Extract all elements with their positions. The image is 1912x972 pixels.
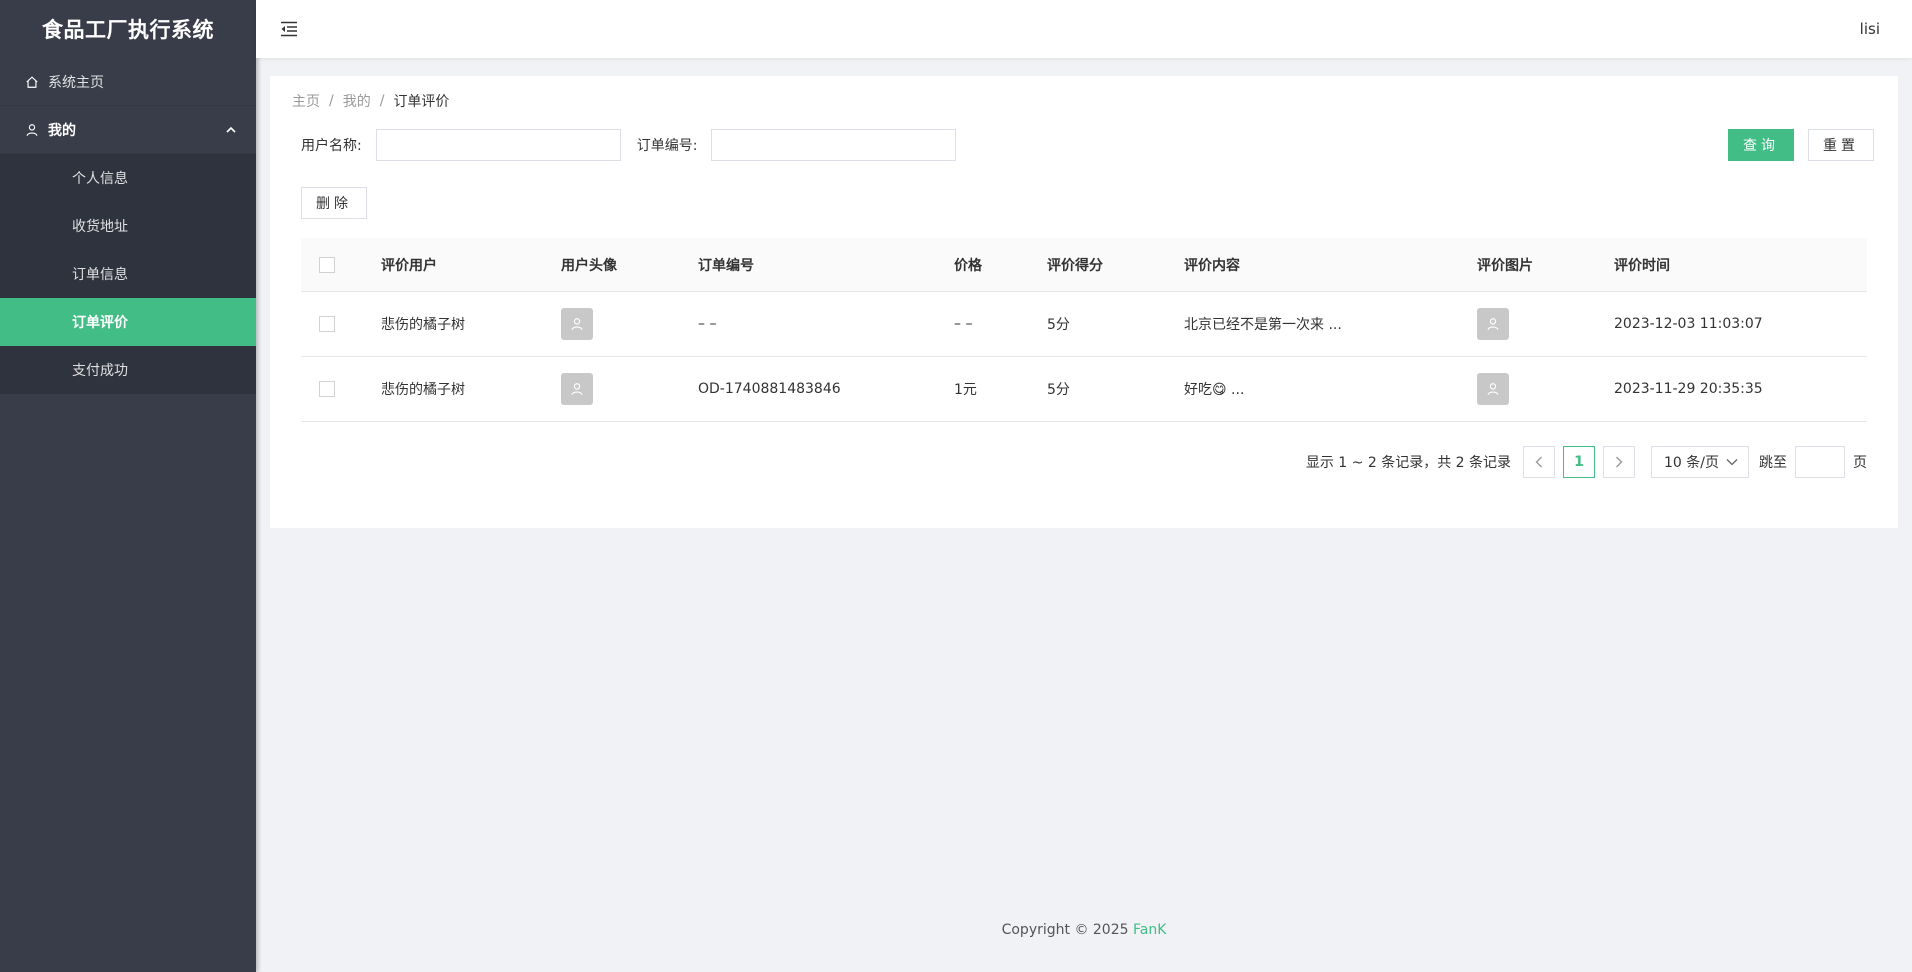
sidebar-item-label: 系统主页	[48, 74, 104, 91]
sidebar-item-address[interactable]: 收货地址	[0, 202, 256, 250]
sidebar-item-payment-success[interactable]: 支付成功	[0, 346, 256, 394]
pagination-total: 显示 1 ~ 2 条记录，共 2 条记录	[1305, 455, 1511, 471]
prev-page-button[interactable]	[1523, 446, 1555, 478]
top-header: lisi	[256, 0, 1912, 58]
column-header-price: 价格	[954, 257, 982, 274]
cell-content: 北京已经不是第一次来 ...	[1184, 317, 1342, 333]
sidebar: 食品工厂执行系统 系统主页 我的 个人信息 收货地址 订单信息 订单评价 支付成…	[0, 0, 256, 972]
cell-user: 悲伤的橘子树	[381, 382, 465, 398]
chevron-left-icon	[1535, 456, 1542, 468]
row-checkbox[interactable]	[319, 316, 335, 332]
review-image-placeholder-icon[interactable]	[1477, 373, 1509, 405]
cell-order-number: – –	[698, 316, 717, 332]
delete-button[interactable]: 删除	[301, 187, 367, 219]
cell-price: – –	[954, 316, 973, 332]
sidebar-item-home[interactable]: 系统主页	[0, 58, 256, 106]
cell-time: 2023-12-03 11:03:07	[1614, 316, 1763, 332]
search-form: 用户名称: 订单编号: 查询 重置	[301, 129, 1874, 161]
sidebar-item-orders[interactable]: 订单信息	[0, 250, 256, 298]
pagination: 显示 1 ~ 2 条记录，共 2 条记录 1 10 条/页 跳至 页	[1306, 446, 1867, 478]
review-image-placeholder-icon[interactable]	[1477, 308, 1509, 340]
order-number-input[interactable]	[711, 129, 957, 161]
cell-score: 5分	[1047, 317, 1070, 333]
page-size-value: 10 条/页	[1664, 455, 1719, 471]
breadcrumb-current: 订单评价	[393, 94, 450, 110]
column-header-content: 评价内容	[1184, 257, 1240, 274]
footer: Copyright © 2025 FanK	[256, 922, 1912, 938]
reviews-table: 评价用户 用户头像 订单编号 价格 评价得分 评价内容 评价图片 评价时间 悲伤…	[301, 238, 1867, 422]
cell-user: 悲伤的橘子树	[381, 317, 465, 333]
select-all-checkbox[interactable]	[319, 256, 335, 273]
query-button[interactable]: 查询	[1728, 129, 1794, 161]
breadcrumb: 主页 / 我的 / 订单评价	[292, 91, 449, 111]
jump-page-input[interactable]	[1795, 446, 1845, 478]
column-header-score: 评价得分	[1047, 257, 1103, 274]
user-icon	[24, 122, 40, 138]
next-page-button[interactable]	[1603, 446, 1635, 478]
menu-fold-icon[interactable]	[278, 18, 300, 40]
user-avatar-placeholder-icon[interactable]	[561, 308, 593, 340]
column-header-order: 订单编号	[698, 257, 754, 274]
sidebar-item-order-reviews[interactable]: 订单评价	[0, 298, 256, 346]
cell-order-number: OD-1740881483846	[698, 381, 841, 397]
row-checkbox[interactable]	[319, 381, 335, 397]
sidebar-group-label: 我的	[48, 122, 76, 139]
column-header-avatar: 用户头像	[561, 257, 617, 274]
user-name-input[interactable]	[375, 129, 621, 161]
chevron-up-icon	[226, 122, 236, 138]
main-panel: 主页 / 我的 / 订单评价 用户名称: 订单编号: 查询 重置 删除 评价用户…	[270, 76, 1898, 528]
cell-time: 2023-11-29 20:35:35	[1614, 381, 1763, 397]
column-header-image: 评价图片	[1477, 257, 1533, 274]
breadcrumb-home[interactable]: 主页	[292, 91, 320, 111]
column-header-time: 评价时间	[1614, 257, 1670, 274]
breadcrumb-separator: /	[329, 93, 334, 109]
chevron-right-icon	[1616, 456, 1623, 468]
table-header-row: 评价用户 用户头像 订单编号 价格 评价得分 评价内容 评价图片 评价时间	[301, 238, 1867, 292]
reset-button[interactable]: 重置	[1808, 129, 1874, 161]
page-number-button[interactable]: 1	[1563, 446, 1595, 478]
jump-label: 跳至	[1759, 455, 1787, 471]
sidebar-group-mine[interactable]: 我的	[0, 106, 256, 154]
cell-score: 5分	[1047, 382, 1070, 398]
footer-author-link[interactable]: FanK	[1133, 922, 1166, 938]
jump-suffix: 页	[1853, 455, 1867, 471]
column-header-user: 评价用户	[381, 257, 437, 274]
header-username[interactable]: lisi	[1860, 20, 1880, 38]
cell-price: 1元	[954, 382, 977, 398]
page-size-select[interactable]: 10 条/页	[1651, 446, 1749, 478]
cell-content: 好吃😋 ...	[1184, 382, 1245, 398]
sidebar-submenu-mine: 个人信息 收货地址 订单信息 订单评价 支付成功	[0, 154, 256, 394]
app-title: 食品工厂执行系统	[42, 18, 214, 42]
breadcrumb-mine[interactable]: 我的	[343, 91, 371, 111]
footer-copyright: Copyright © 2025	[1001, 922, 1133, 938]
sidebar-item-profile[interactable]: 个人信息	[0, 154, 256, 202]
chevron-down-icon	[1726, 459, 1738, 466]
table-row: 悲伤的橘子树 – – – – 5分 北京已经不是第一次来 ... 2023-12…	[301, 292, 1867, 357]
user-name-label: 用户名称:	[301, 138, 362, 154]
home-icon	[24, 74, 40, 90]
user-avatar-placeholder-icon[interactable]	[561, 373, 593, 405]
breadcrumb-separator: /	[379, 93, 385, 109]
table-row: 悲伤的橘子树 OD-1740881483846 1元 5分 好吃😋 ... 20…	[301, 357, 1867, 422]
order-number-label: 订单编号:	[636, 138, 698, 154]
